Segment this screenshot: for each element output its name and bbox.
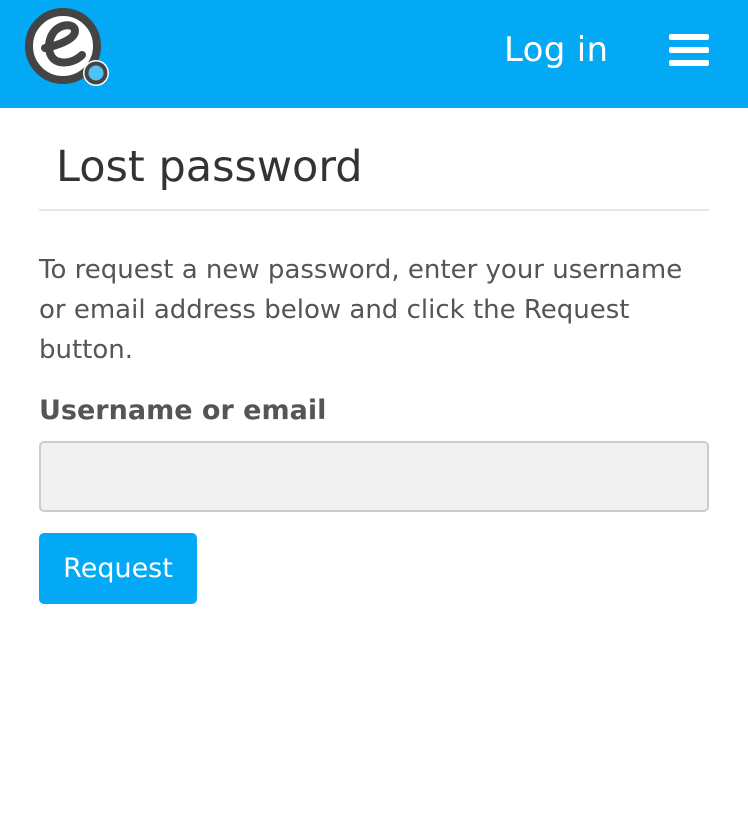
instructions-text: To request a new password, enter your us… <box>39 255 683 365</box>
top-header: Log in <box>0 0 748 108</box>
request-button[interactable]: Request <box>39 533 197 604</box>
menu-button[interactable] <box>662 30 714 70</box>
username-email-input[interactable] <box>39 441 709 512</box>
e-logo-icon <box>25 8 109 86</box>
login-link[interactable]: Log in <box>504 28 608 72</box>
page-title: Lost password <box>56 142 363 192</box>
title-divider <box>39 209 709 211</box>
username-email-label: Username or email <box>39 395 327 426</box>
site-logo[interactable] <box>22 6 112 92</box>
